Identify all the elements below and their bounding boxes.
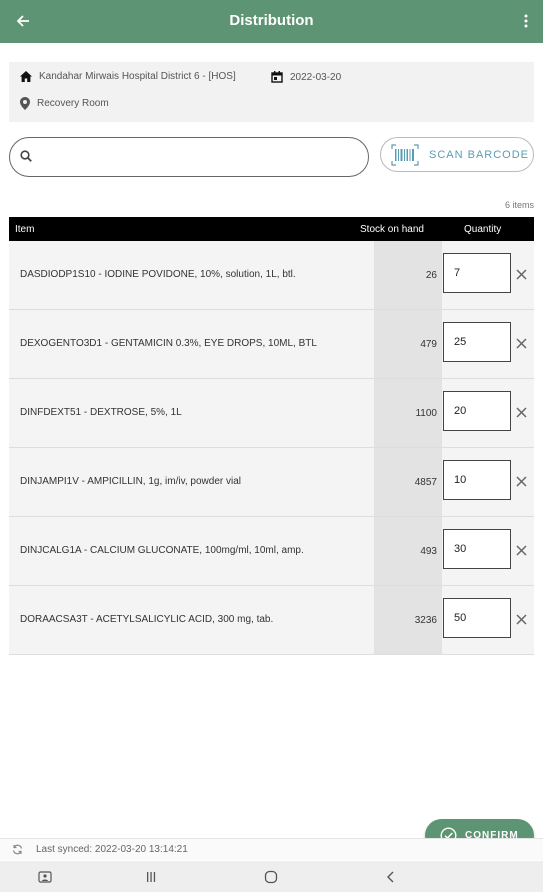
keyboard-switch-icon[interactable] <box>37 869 53 885</box>
home-button-icon[interactable] <box>263 869 279 885</box>
location-name: Recovery Room <box>37 98 109 109</box>
stock-on-hand: 493 <box>420 546 437 557</box>
calendar-icon <box>271 71 283 83</box>
stock-on-hand: 1100 <box>415 408 437 419</box>
search-field[interactable] <box>9 137 369 177</box>
item-name: DINFDEXT51 - DEXTROSE, 5%, 1L <box>20 407 182 418</box>
quantity-input[interactable] <box>443 460 511 500</box>
home-icon <box>20 71 32 82</box>
close-icon[interactable] <box>515 544 528 557</box>
facility-name: Kandahar Mirwais Hospital District 6 - [… <box>39 71 236 82</box>
column-header-quantity: Quantity <box>464 224 502 235</box>
stock-on-hand: 3236 <box>414 615 437 626</box>
table-header: Item Stock on hand Quantity <box>9 217 534 241</box>
column-header-item: Item <box>15 224 35 235</box>
distribution-date: 2022-03-20 <box>290 71 342 83</box>
sync-icon <box>12 844 23 855</box>
search-icon <box>20 150 32 162</box>
quantity-input[interactable] <box>443 322 511 362</box>
table-row: DINJAMPI1V - AMPICILLIN, 1g, im/iv, powd… <box>9 448 534 517</box>
table-row: DINJCALG1A - CALCIUM GLUCONATE, 100mg/ml… <box>9 517 534 586</box>
items-table: DASDIODP1S10 - IODINE POVIDONE, 10%, sol… <box>9 241 534 655</box>
table-row: DORAACSA3T - ACETYLSALICYLIC ACID, 300 m… <box>9 586 534 655</box>
scan-barcode-label: SCAN BARCODE <box>429 148 530 161</box>
recent-apps-icon[interactable] <box>143 869 159 885</box>
distribution-info-panel: Kandahar Mirwais Hospital District 6 - [… <box>9 62 534 122</box>
system-nav-bar <box>0 861 543 892</box>
item-name: DINJCALG1A - CALCIUM GLUCONATE, 100mg/ml… <box>20 545 304 556</box>
stock-on-hand: 479 <box>420 339 437 350</box>
close-icon[interactable] <box>515 268 528 281</box>
close-icon[interactable] <box>515 475 528 488</box>
last-synced-text: Last synced: 2022-03-20 13:14:21 <box>36 844 188 855</box>
scan-barcode-button[interactable]: SCAN BARCODE <box>380 137 534 172</box>
item-count: 6 items <box>504 200 534 210</box>
table-row: DINFDEXT51 - DEXTROSE, 5%, 1L 1100 <box>9 379 534 448</box>
barcode-icon <box>391 143 419 166</box>
search-input[interactable] <box>40 146 360 168</box>
date-row: 2022-03-20 <box>271 71 341 83</box>
quantity-input[interactable] <box>443 391 511 431</box>
table-row: DASDIODP1S10 - IODINE POVIDONE, 10%, sol… <box>9 241 534 310</box>
table-row: DEXOGENTO3D1 - GENTAMICIN 0.3%, EYE DROP… <box>9 310 534 379</box>
close-icon[interactable] <box>515 406 528 419</box>
item-name: DASDIODP1S10 - IODINE POVIDONE, 10%, sol… <box>20 269 296 280</box>
facility-row: Kandahar Mirwais Hospital District 6 - [… <box>20 71 236 82</box>
column-header-stock: Stock on hand <box>360 224 424 235</box>
more-vertical-icon[interactable] <box>519 10 533 32</box>
sync-status-bar: Last synced: 2022-03-20 13:14:21 <box>0 838 543 860</box>
close-icon[interactable] <box>515 613 528 626</box>
item-name: DORAACSA3T - ACETYLSALICYLIC ACID, 300 m… <box>20 614 274 625</box>
item-name: DINJAMPI1V - AMPICILLIN, 1g, im/iv, powd… <box>20 476 241 487</box>
app-bar: Distribution <box>0 0 543 43</box>
back-nav-icon[interactable] <box>383 869 399 885</box>
location-pin-icon <box>20 97 30 110</box>
quantity-input[interactable] <box>443 253 511 293</box>
quantity-input[interactable] <box>443 598 511 638</box>
location-row: Recovery Room <box>20 97 109 110</box>
stock-on-hand: 4857 <box>414 477 437 488</box>
quantity-input[interactable] <box>443 529 511 569</box>
close-icon[interactable] <box>515 337 528 350</box>
stock-on-hand: 26 <box>425 270 437 281</box>
page-title: Distribution <box>229 12 314 29</box>
item-name: DEXOGENTO3D1 - GENTAMICIN 0.3%, EYE DROP… <box>20 338 317 349</box>
